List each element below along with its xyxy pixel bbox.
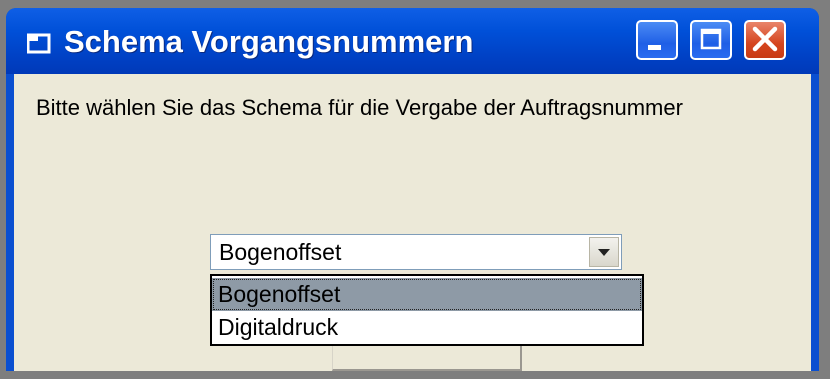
combobox-dropdown-list: Bogenoffset Digitaldruck xyxy=(210,274,644,346)
chevron-down-icon xyxy=(598,249,610,256)
schema-combobox[interactable]: Bogenoffset xyxy=(210,234,622,270)
close-button[interactable] xyxy=(744,20,786,60)
window-app-icon xyxy=(27,33,51,54)
minimize-icon xyxy=(648,45,661,50)
dropdown-option-bogenoffset[interactable]: Bogenoffset xyxy=(212,278,642,311)
prompt-label: Bitte wählen Sie das Schema für die Verg… xyxy=(36,95,683,120)
minimize-button[interactable] xyxy=(636,20,678,60)
title-bar[interactable]: Schema Vorgangsnummern xyxy=(6,8,819,74)
dropdown-option-digitaldruck[interactable]: Digitaldruck xyxy=(212,311,642,344)
dialog-window: Schema Vorgangsnummern Bitte wählen Sie … xyxy=(6,8,819,379)
frame-bottom-edge xyxy=(0,371,830,379)
combobox-selected-value: Bogenoffset xyxy=(219,239,342,265)
maximize-icon xyxy=(700,28,722,50)
ok-button-partial[interactable] xyxy=(332,346,522,371)
window-title: Schema Vorgangsnummern xyxy=(64,24,474,59)
dialog-client-area: Bitte wählen Sie das Schema für die Verg… xyxy=(14,74,811,379)
combobox-dropdown-button[interactable] xyxy=(589,237,619,267)
close-icon xyxy=(752,26,778,52)
maximize-button[interactable] xyxy=(690,20,732,60)
